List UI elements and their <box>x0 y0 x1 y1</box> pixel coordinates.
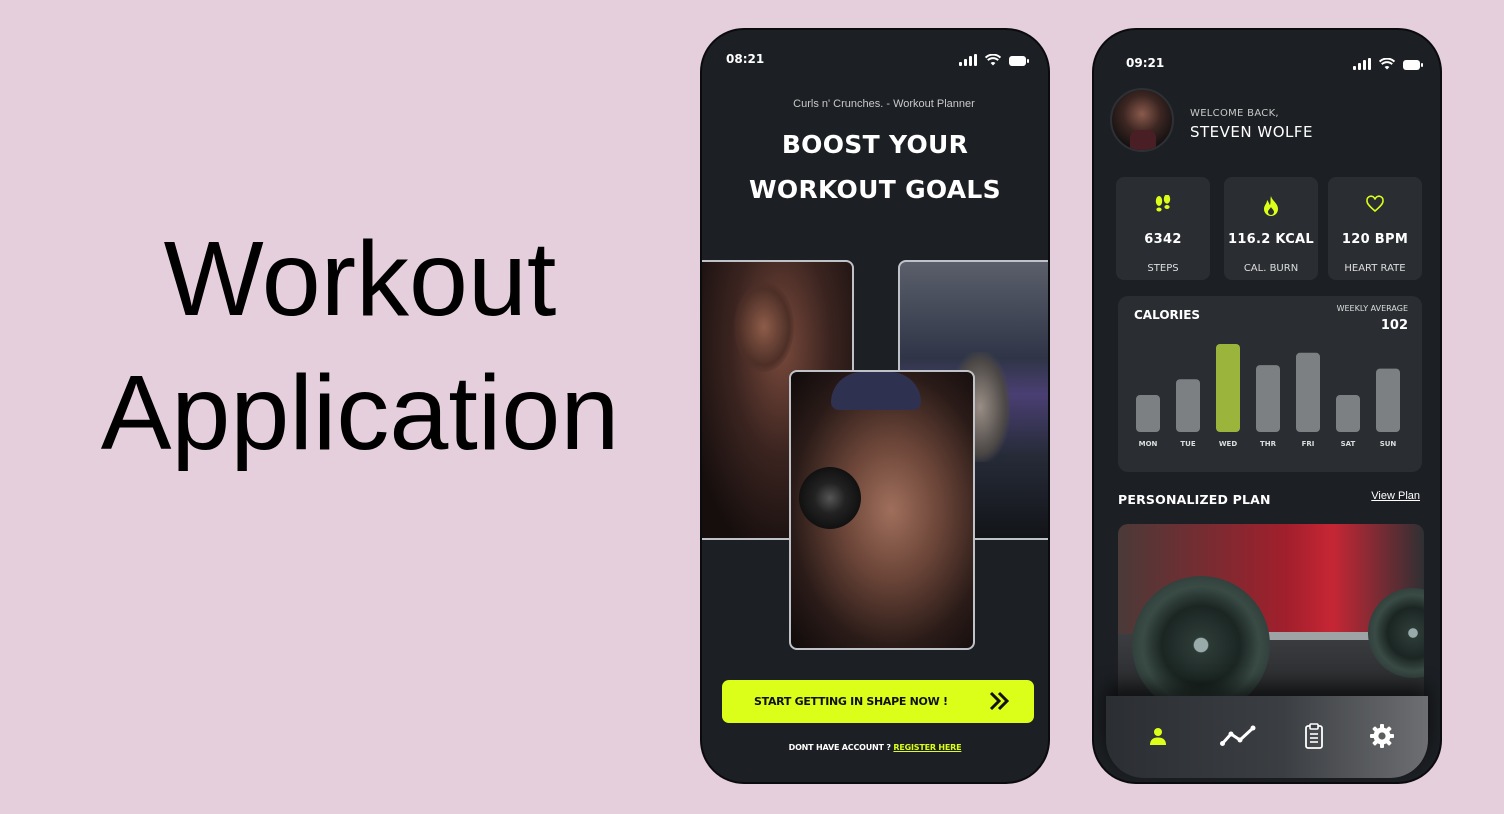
wifi-icon <box>1379 58 1395 70</box>
calories-bar-chart: MON TUE WED THR FRI SAT SUN <box>1136 344 1400 448</box>
status-bar: 09:21 <box>1094 30 1440 90</box>
hero-title-line-2: WORKOUT GOALS <box>749 175 1001 204</box>
settings-icon <box>1370 724 1394 748</box>
user-name: STEVEN WOLFE <box>1190 123 1313 141</box>
day-label: FRI <box>1302 440 1315 448</box>
onboarding-phone: 08:21 Curls n' Crunches. - Workout Plann… <box>700 28 1050 784</box>
nav-profile[interactable] <box>1140 718 1176 754</box>
calories-bar-thr[interactable] <box>1256 365 1280 432</box>
stat-label: HEART RATE <box>1344 263 1406 274</box>
day-label: THR <box>1260 440 1277 448</box>
stat-value: 116.2 KCAL <box>1227 232 1315 247</box>
headline-line-1: Workout <box>163 220 557 338</box>
stat-value: 120 BPM <box>1341 232 1409 247</box>
calories-bar-wed[interactable] <box>1216 344 1240 432</box>
plan-title: PERSONALIZED PLAN <box>1118 492 1271 507</box>
day-label: MON <box>1139 440 1158 448</box>
stat-card-calories[interactable]: 116.2 KCAL CAL. BURN <box>1224 177 1318 280</box>
status-bar: 08:21 <box>702 30 1048 90</box>
nav-activity[interactable] <box>1220 718 1256 754</box>
nav-plans[interactable] <box>1296 718 1332 754</box>
avatar[interactable] <box>1110 88 1174 152</box>
hero-title: BOOST YOUR WORKOUT GOALS <box>702 122 1048 212</box>
flame-icon <box>1264 196 1278 216</box>
barbell-plate <box>1368 588 1424 678</box>
day-label: SAT <box>1341 440 1356 448</box>
barbell-plate <box>1132 576 1270 704</box>
plan-photo[interactable] <box>1118 524 1424 704</box>
start-button[interactable]: START GETTING IN SHAPE NOW ! <box>722 680 1034 723</box>
day-label: WED <box>1219 440 1238 448</box>
calories-bar-mon[interactable] <box>1136 395 1160 432</box>
profile-icon <box>1150 728 1166 745</box>
status-time: 09:21 <box>1126 56 1165 70</box>
register-prompt: DONT HAVE ACCOUNT ? REGISTER HERE <box>702 743 1048 752</box>
wifi-icon <box>985 54 1001 66</box>
signal-icon <box>1353 58 1371 70</box>
register-link[interactable]: REGISTER HERE <box>893 743 961 752</box>
dashboard-phone: 09:21 WELCOME BACK, STEVEN WOLFE 6342 ST… <box>1092 28 1442 784</box>
activity-icon <box>1220 725 1256 746</box>
footsteps-icon <box>1155 195 1171 212</box>
battery-icon <box>1009 56 1029 66</box>
bottom-nav <box>1106 696 1428 778</box>
calories-bar-sat[interactable] <box>1336 395 1360 432</box>
signal-icon <box>959 54 977 66</box>
status-time: 08:21 <box>726 52 765 66</box>
calories-bar-fri[interactable] <box>1296 352 1320 432</box>
calories-bar-sun[interactable] <box>1376 368 1400 432</box>
battery-icon <box>1403 60 1423 70</box>
stat-label: CAL. BURN <box>1243 263 1299 274</box>
nav-settings[interactable] <box>1364 718 1400 754</box>
day-label: SUN <box>1380 440 1397 448</box>
clipboard-icon <box>1305 723 1323 749</box>
double-chevron-right-icon <box>989 691 1010 711</box>
headline-line-2: Application <box>100 354 620 472</box>
register-prompt-text: DONT HAVE ACCOUNT ? <box>788 743 894 752</box>
start-button-label: START GETTING IN SHAPE NOW ! <box>754 695 948 708</box>
calories-bar-tue[interactable] <box>1176 379 1200 432</box>
calories-card: CALORIES WEEKLY AVERAGE 102 MON TUE WED THR… <box>1118 296 1422 472</box>
headline: Workout Application <box>60 212 660 480</box>
stat-card-heart-rate[interactable]: 120 BPM HEART RATE <box>1328 177 1422 280</box>
app-subtitle: Curls n' Crunches. - Workout Planner <box>793 98 975 110</box>
stat-card-steps[interactable]: 6342 STEPS <box>1116 177 1210 280</box>
hero-title-line-1: BOOST YOUR <box>781 130 969 159</box>
day-label: TUE <box>1180 440 1195 448</box>
workout-photo-center <box>789 370 975 650</box>
heart-icon <box>1366 195 1384 213</box>
welcome-text: WELCOME BACK, <box>1190 108 1279 119</box>
stat-value: 6342 <box>1144 232 1182 247</box>
stat-label: STEPS <box>1147 263 1179 274</box>
view-plan-link[interactable]: View Plan <box>1371 490 1420 502</box>
